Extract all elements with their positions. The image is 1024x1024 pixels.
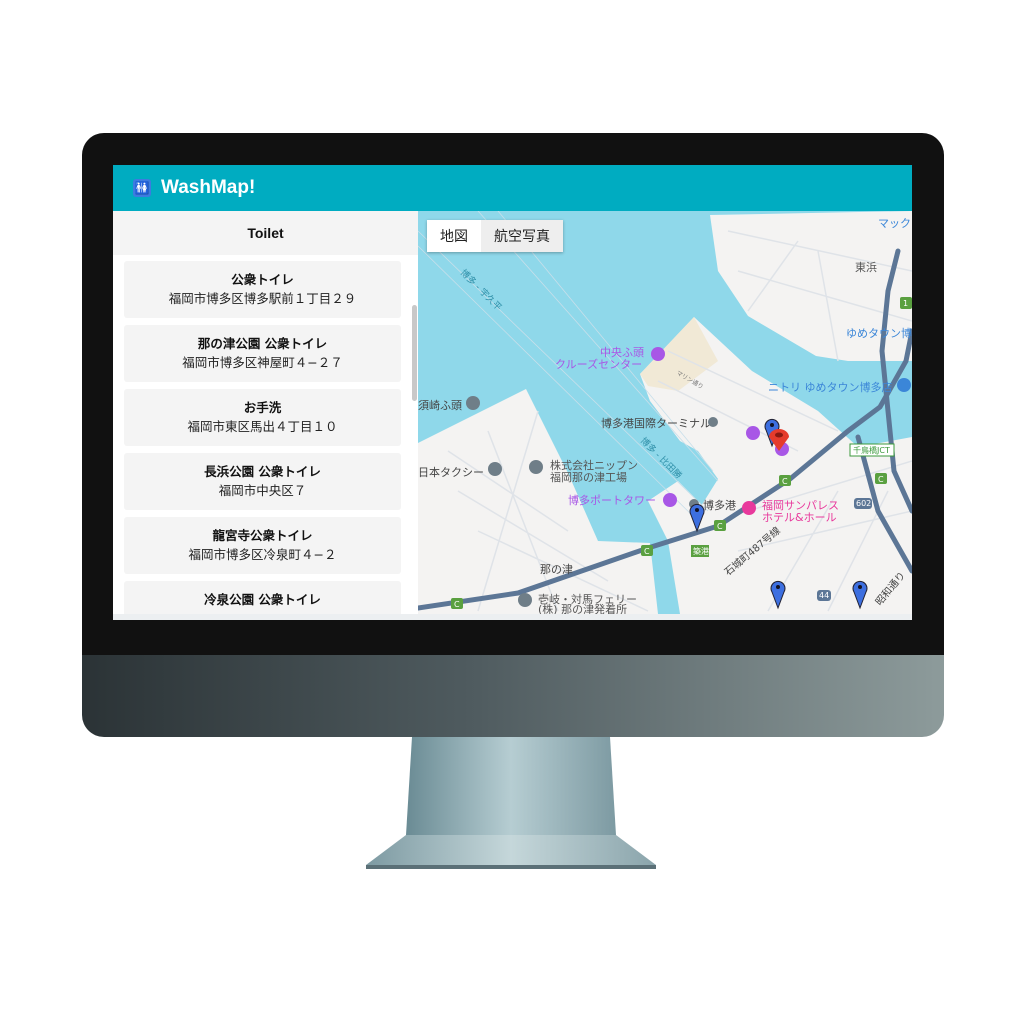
svg-text:博多港国際ターミナル: 博多港国際ターミナル bbox=[601, 416, 711, 430]
list-item[interactable]: 冷泉公園 公衆トイレ bbox=[124, 581, 401, 614]
svg-text:博多港: 博多港 bbox=[703, 498, 736, 512]
list-item[interactable]: 龍宮寺公衆トイレ福岡市博多区冷泉町４−２ bbox=[124, 517, 401, 574]
svg-text:ゆめタウン博: ゆめタウン博 bbox=[846, 327, 912, 340]
monitor-stand bbox=[366, 737, 656, 869]
svg-text:マック: マック bbox=[878, 217, 911, 230]
sidebar-title: Toilet bbox=[113, 211, 418, 255]
place-pin-icon bbox=[529, 460, 543, 474]
svg-text:C: C bbox=[644, 547, 650, 556]
tower-poi-icon bbox=[663, 493, 677, 507]
svg-text:クルーズセンター: クルーズセンター bbox=[555, 357, 642, 371]
svg-text:福岡那の津工場: 福岡那の津工場 bbox=[550, 470, 627, 484]
svg-text:C: C bbox=[717, 522, 723, 531]
item-name: 長浜公園 公衆トイレ bbox=[204, 464, 321, 479]
svg-text:博多ポートタワー: 博多ポートタワー bbox=[568, 493, 656, 507]
toilet-list: 公衆トイレ福岡市博多区博多駅前１丁目２９ 那の津公園 公衆トイレ 福岡市博多区神屋… bbox=[113, 255, 418, 614]
svg-text:C: C bbox=[782, 477, 788, 486]
map-type-satellite-button[interactable]: 航空写真 bbox=[481, 220, 563, 252]
svg-text:福岡サンパレス: 福岡サンパレス bbox=[762, 498, 839, 512]
place-pin-icon bbox=[488, 462, 502, 476]
svg-text:千鳥橋JCT: 千鳥橋JCT bbox=[853, 445, 890, 455]
app-title: WashMap! bbox=[161, 177, 256, 198]
svg-text:東浜: 東浜 bbox=[855, 261, 877, 274]
svg-text:44: 44 bbox=[819, 591, 829, 600]
hotel-icon bbox=[742, 501, 756, 515]
restroom-icon: 🚻 bbox=[133, 179, 151, 197]
list-item[interactable]: 公衆トイレ福岡市博多区博多駅前１丁目２９ bbox=[124, 261, 401, 318]
app-screen: 🚻 WashMap! Toilet 公衆トイレ福岡市博多区博多駅前１丁目２９ 那… bbox=[113, 165, 912, 620]
svg-text:日本タクシー: 日本タクシー bbox=[418, 465, 484, 479]
svg-text:ホテル&ホール: ホテル&ホール bbox=[762, 511, 837, 524]
list-item[interactable]: 那の津公園 公衆トイレ 福岡市博多区神屋町４−２７ bbox=[124, 325, 401, 382]
monitor-chin bbox=[82, 655, 944, 737]
place-pin-icon bbox=[518, 593, 532, 607]
item-name: 龍宮寺公衆トイレ bbox=[212, 528, 313, 543]
item-address: 福岡市博多区冷泉町４−２ bbox=[188, 547, 337, 562]
list-item[interactable]: お手洗福岡市東区馬出４丁目１０ bbox=[124, 389, 401, 446]
svg-text:那の津: 那の津 bbox=[540, 563, 573, 576]
item-name: 公衆トイレ bbox=[231, 272, 294, 287]
svg-text:602: 602 bbox=[856, 499, 871, 508]
item-address: 福岡市博多区神屋町４−２７ bbox=[182, 355, 343, 370]
route-label: 博多 - 宇久平 bbox=[458, 267, 505, 314]
svg-text:C: C bbox=[878, 475, 884, 484]
bottom-strip bbox=[113, 614, 912, 620]
route-label: 博多 - 比田勝 bbox=[638, 435, 685, 482]
svg-text:1: 1 bbox=[903, 299, 908, 308]
list-item[interactable]: 長浜公園 公衆トイレ 福岡市中央区７ bbox=[124, 453, 401, 510]
item-name: 冷泉公園 公衆トイレ bbox=[204, 592, 321, 607]
list-scrollbar[interactable] bbox=[412, 305, 417, 401]
svg-text:須崎ふ頭: 須崎ふ頭 bbox=[418, 398, 462, 412]
svg-text:C: C bbox=[454, 600, 460, 609]
svg-text:株式会社ニップン: 株式会社ニップン bbox=[550, 458, 638, 472]
map-type-control: 地図 航空写真 bbox=[427, 220, 563, 252]
item-name: お手洗 bbox=[243, 400, 282, 415]
svg-text:(株) 那の津発着所: (株) 那の津発着所 bbox=[538, 602, 627, 614]
shrine-poi-icon bbox=[746, 426, 760, 440]
cruise-poi-icon bbox=[651, 347, 665, 361]
item-address: 福岡市博多区博多駅前１丁目２９ bbox=[168, 291, 357, 306]
item-address: 福岡市東区馬出４丁目１０ bbox=[187, 419, 338, 434]
map-view[interactable]: 博多 - 宇久平 博多 - 比田勝 東浜 マック ゆめタウン博 ニトリ ゆめタウ… bbox=[418, 211, 912, 614]
shop-icon bbox=[897, 378, 911, 392]
svg-text:築港: 築港 bbox=[693, 546, 709, 556]
svg-text:ニトリ ゆめタウン博多店: ニトリ ゆめタウン博多店 bbox=[768, 380, 893, 394]
map-type-map-button[interactable]: 地図 bbox=[427, 220, 481, 252]
item-name: 那の津公園 公衆トイレ bbox=[197, 336, 328, 351]
place-pin-icon bbox=[466, 396, 480, 410]
item-address: 福岡市中央区７ bbox=[218, 483, 307, 498]
toilet-sidebar: Toilet 公衆トイレ 福岡市博多区博多駅前１丁目２９ 那の津公園 公衆トイレ福… bbox=[113, 211, 418, 614]
app-header: 🚻 WashMap! bbox=[113, 165, 912, 211]
terminal-icon bbox=[708, 417, 718, 427]
